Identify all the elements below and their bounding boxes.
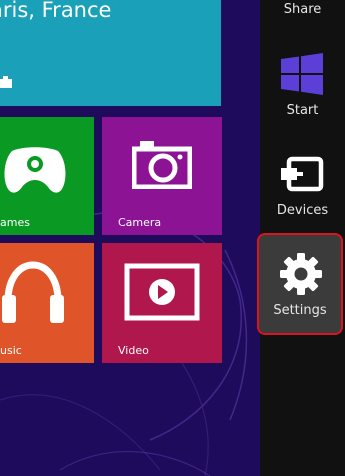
video-tile[interactable]: Video	[102, 243, 222, 363]
music-tile-label: usic	[0, 344, 22, 357]
camera-tile[interactable]: Camera	[102, 117, 222, 235]
start-charm[interactable]: Start	[260, 50, 345, 130]
charms-bar: Share Start Devices Settings	[257, 0, 345, 476]
headphones-icon	[2, 261, 64, 323]
settings-charm-label: Settings	[273, 303, 327, 318]
camera-tile-label: Camera	[118, 216, 162, 229]
share-charm-label: Share	[283, 2, 322, 17]
weather-small-icon	[0, 76, 12, 88]
games-tile[interactable]: ames	[0, 117, 94, 235]
devices-charm-label: Devices	[276, 203, 329, 218]
games-tile-label: ames	[0, 216, 30, 229]
music-tile[interactable]: usic	[0, 243, 94, 363]
video-tile-label: Video	[118, 344, 149, 357]
gear-icon	[280, 253, 322, 295]
devices-icon	[281, 156, 324, 192]
game-controller-icon	[4, 147, 66, 193]
weather-tile[interactable]: aris, France	[0, 0, 221, 106]
start-screen: aris, France ames Camera usic Video	[0, 0, 260, 476]
camera-icon	[132, 141, 192, 189]
devices-charm[interactable]: Devices	[260, 150, 345, 230]
weather-location: aris, France	[0, 0, 112, 22]
share-charm[interactable]: Share	[260, 0, 345, 30]
settings-charm[interactable]: Settings	[257, 233, 343, 335]
windows-logo-icon	[281, 53, 323, 95]
video-play-icon	[124, 263, 200, 321]
start-charm-label: Start	[286, 103, 319, 118]
